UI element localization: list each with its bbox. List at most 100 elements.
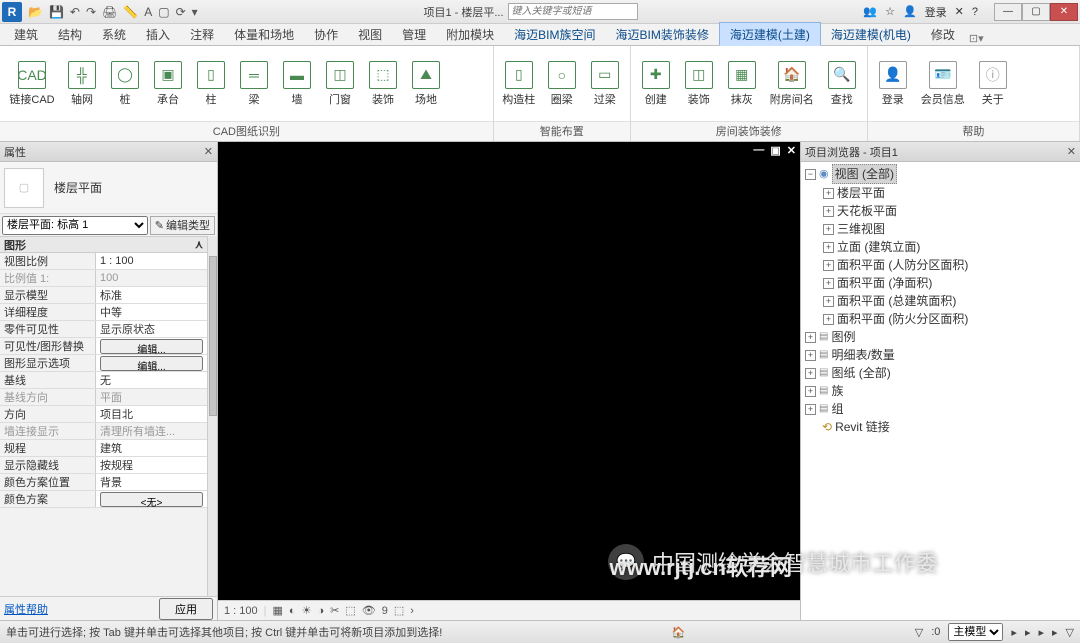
tree-item[interactable]: 楼层平面 xyxy=(837,184,885,202)
ribbon-beam[interactable]: ═梁 xyxy=(233,49,275,119)
tab-struct[interactable]: 结构 xyxy=(48,23,92,45)
property-edit-button[interactable]: <无> xyxy=(100,492,203,507)
sel-icon4[interactable]: ▸ xyxy=(1052,626,1058,639)
tree-item[interactable]: 组 xyxy=(831,400,843,418)
login-icon[interactable]: 👤 xyxy=(903,5,917,18)
tree-item[interactable]: 面积平面 (防火分区面积) xyxy=(837,310,968,328)
expand-icon[interactable]: + xyxy=(805,386,816,397)
property-row[interactable]: 可见性/图形替换编辑... xyxy=(0,338,207,355)
tree-item[interactable]: 面积平面 (人防分区面积) xyxy=(837,256,968,274)
property-value[interactable]: 中等 xyxy=(96,304,207,320)
shadow-icon[interactable]: ◑ xyxy=(317,605,324,617)
tree-item[interactable]: 三维视图 xyxy=(837,220,885,238)
sel-icon5[interactable]: ▽ xyxy=(1066,626,1074,639)
tab-sys[interactable]: 系统 xyxy=(92,23,136,45)
expand-icon[interactable]: + xyxy=(823,296,834,307)
tree-item[interactable]: 图纸 (全部) xyxy=(831,364,890,382)
expand-icon[interactable]: + xyxy=(805,332,816,343)
login-text[interactable]: 登录 xyxy=(925,4,947,20)
expand-icon[interactable]: + xyxy=(823,242,834,253)
expand-icon[interactable]: + xyxy=(823,278,834,289)
star-icon[interactable]: ☆ xyxy=(885,5,895,18)
tab-annot[interactable]: 注释 xyxy=(180,23,224,45)
expand-icon[interactable]: + xyxy=(823,224,834,235)
tempview-icon[interactable]: 👁 xyxy=(362,604,376,617)
workset-select[interactable]: 主模型 xyxy=(948,623,1003,641)
text-icon[interactable]: A xyxy=(144,5,152,19)
ribbon-decor[interactable]: ⬚装饰 xyxy=(362,49,404,119)
property-row[interactable]: 规程建筑 xyxy=(0,440,207,457)
ribbon-structcol[interactable]: ▯构造柱 xyxy=(498,49,540,119)
expand-icon[interactable]: − xyxy=(805,169,816,180)
property-value[interactable]: 编辑... xyxy=(96,355,207,371)
browser-close-icon[interactable]: ✕ xyxy=(1067,145,1076,158)
instance-selector[interactable]: 楼层平面: 标高 1 xyxy=(2,216,148,235)
tree-views-root[interactable]: 视图 (全部) xyxy=(832,164,897,184)
constraint-icon[interactable]: ⬚ xyxy=(394,604,404,617)
print-icon[interactable]: 🖨 xyxy=(102,5,117,19)
property-value[interactable]: 1 : 100 xyxy=(96,253,207,269)
ribbon-decorate[interactable]: ◫装饰 xyxy=(678,49,720,119)
expand-icon[interactable]: + xyxy=(823,314,834,325)
type-name[interactable]: 楼层平面 xyxy=(54,179,102,196)
more-icon[interactable]: › xyxy=(410,605,414,617)
view-minimize-icon[interactable]: — xyxy=(751,144,766,157)
tab-hm-civil[interactable]: 海迈建模(土建) xyxy=(719,22,821,46)
view-close-icon[interactable]: ✕ xyxy=(785,144,798,157)
tab-view[interactable]: 视图 xyxy=(348,23,392,45)
style-icon[interactable]: ◐ xyxy=(289,605,296,617)
ribbon-plaster[interactable]: ▦抹灰 xyxy=(721,49,763,119)
property-row[interactable]: 墙连接显示清理所有墙连... xyxy=(0,423,207,440)
filter-icon[interactable]: ▽ xyxy=(915,626,923,639)
property-value[interactable]: 编辑... xyxy=(96,338,207,354)
expand-icon[interactable]: + xyxy=(805,350,816,361)
status-icon[interactable]: 🏠 xyxy=(672,626,686,639)
ribbon-linkcad[interactable]: CAD链接CAD xyxy=(4,49,60,119)
properties-scrollbar[interactable] xyxy=(207,236,217,596)
properties-close-icon[interactable]: ✕ xyxy=(204,145,213,158)
property-row[interactable]: 视图比例1 : 100 xyxy=(0,253,207,270)
sun-icon[interactable]: ☀ xyxy=(302,604,312,617)
expand-icon[interactable]: + xyxy=(805,404,816,415)
edit-type-button[interactable]: ✎编辑类型 xyxy=(150,216,215,235)
ribbon-find[interactable]: 🔍查找 xyxy=(821,49,863,119)
maximize-button[interactable]: ▢ xyxy=(1022,3,1050,21)
sync-icon[interactable]: ⟳ xyxy=(176,5,186,19)
tab-manage[interactable]: 管理 xyxy=(392,23,436,45)
expand-icon[interactable]: + xyxy=(823,188,834,199)
tab-modify[interactable]: 修改 xyxy=(921,23,965,45)
tab-hm-family[interactable]: 海迈BIM族空间 xyxy=(504,23,605,45)
property-row[interactable]: 基线方向平面 xyxy=(0,389,207,406)
property-value[interactable]: 平面 xyxy=(96,389,207,405)
property-row[interactable]: 显示隐藏线按规程 xyxy=(0,457,207,474)
ribbon-about[interactable]: ⓘ关于 xyxy=(972,49,1014,119)
ribbon-login[interactable]: 👤登录 xyxy=(872,49,914,119)
ribbon-cap[interactable]: ▣承台 xyxy=(147,49,189,119)
scale-display[interactable]: 1 : 100 xyxy=(224,605,258,617)
expand-icon[interactable]: + xyxy=(823,260,834,271)
tree-item[interactable]: 天花板平面 xyxy=(837,202,897,220)
search-input[interactable] xyxy=(508,3,638,20)
close-button[interactable]: ✕ xyxy=(1050,3,1078,21)
tab-addon[interactable]: 附加模块 xyxy=(436,23,504,45)
view-maximize-icon[interactable]: ▣ xyxy=(768,144,782,157)
sel-icon2[interactable]: ▸ xyxy=(1025,626,1031,639)
property-row[interactable]: 方向项目北 xyxy=(0,406,207,423)
property-value[interactable]: 无 xyxy=(96,372,207,388)
property-value[interactable]: 100 xyxy=(96,270,207,286)
property-row[interactable]: 比例值 1:100 xyxy=(0,270,207,287)
tab-insert[interactable]: 插入 xyxy=(136,23,180,45)
ribbon-member[interactable]: 🪪会员信息 xyxy=(915,49,971,119)
redo-icon[interactable]: ↷ xyxy=(86,5,96,19)
property-row[interactable]: 颜色方案位置背景 xyxy=(0,474,207,491)
expand-icon[interactable]: + xyxy=(805,368,816,379)
ribbon-site[interactable]: ⛰场地 xyxy=(405,49,447,119)
ribbon-create[interactable]: ✚创建 xyxy=(635,49,677,119)
tab-collab[interactable]: 协作 xyxy=(304,23,348,45)
ribbon-roomname[interactable]: 🏠附房间名 xyxy=(764,49,820,119)
tree-item[interactable]: 明细表/数量 xyxy=(831,346,894,364)
property-value[interactable]: 按规程 xyxy=(96,457,207,473)
ribbon-ringbeam[interactable]: ○圈梁 xyxy=(541,49,583,119)
property-value[interactable]: 标准 xyxy=(96,287,207,303)
minimize-button[interactable]: — xyxy=(994,3,1022,21)
